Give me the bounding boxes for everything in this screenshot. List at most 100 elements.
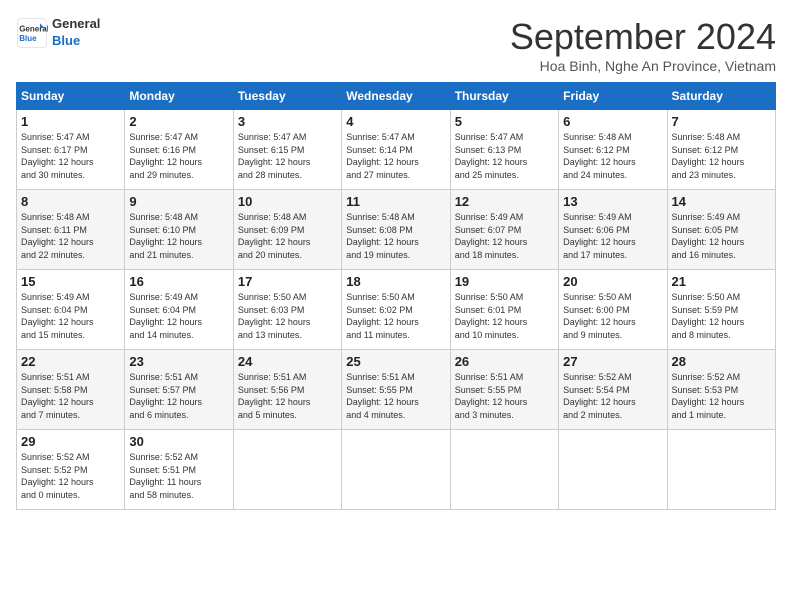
day-number: 5 xyxy=(455,114,554,129)
weekday-header-monday: Monday xyxy=(125,83,233,110)
day-info: Sunrise: 5:52 AM Sunset: 5:54 PM Dayligh… xyxy=(563,371,662,421)
day-number: 27 xyxy=(563,354,662,369)
calendar-week-4: 22 Sunrise: 5:51 AM Sunset: 5:58 PM Dayli… xyxy=(17,350,776,430)
day-info: Sunrise: 5:50 AM Sunset: 6:00 PM Dayligh… xyxy=(563,291,662,341)
calendar-cell: 14Sunrise: 5:49 AM Sunset: 6:05 PM Dayli… xyxy=(667,190,775,270)
calendar-cell: 25 Sunrise: 5:51 AM Sunset: 5:55 PM Dayli… xyxy=(342,350,450,430)
day-number: 2 xyxy=(129,114,228,129)
day-number: 12 xyxy=(455,194,554,209)
day-number: 6 xyxy=(563,114,662,129)
calendar-cell: 17 Sunrise: 5:50 AM Sunset: 6:03 PM Dayli… xyxy=(233,270,341,350)
calendar-cell xyxy=(450,430,558,510)
day-info: Sunrise: 5:50 AM Sunset: 5:59 PM Dayligh… xyxy=(672,291,771,341)
day-number: 9 xyxy=(129,194,228,209)
calendar-cell xyxy=(233,430,341,510)
day-number: 1 xyxy=(21,114,120,129)
svg-text:Blue: Blue xyxy=(19,34,37,43)
calendar-cell: 30Sunrise: 5:52 AM Sunset: 5:51 PM Dayli… xyxy=(125,430,233,510)
calendar-cell: 8 Sunrise: 5:48 AM Sunset: 6:11 PM Daylig… xyxy=(17,190,125,270)
day-info: Sunrise: 5:50 AM Sunset: 6:01 PM Dayligh… xyxy=(455,291,554,341)
day-number: 3 xyxy=(238,114,337,129)
day-number: 29 xyxy=(21,434,120,449)
day-number: 21 xyxy=(672,274,771,289)
day-number: 24 xyxy=(238,354,337,369)
calendar-cell xyxy=(667,430,775,510)
title-block: September 2024 Hoa Binh, Nghe An Provinc… xyxy=(510,16,776,74)
calendar-cell: 27 Sunrise: 5:52 AM Sunset: 5:54 PM Dayli… xyxy=(559,350,667,430)
day-number: 17 xyxy=(238,274,337,289)
day-number: 25 xyxy=(346,354,445,369)
day-info: Sunrise: 5:48 AM Sunset: 6:12 PM Dayligh… xyxy=(672,131,771,181)
calendar-cell: 3Sunrise: 5:47 AM Sunset: 6:15 PM Daylig… xyxy=(233,110,341,190)
day-number: 16 xyxy=(129,274,228,289)
weekday-header-row: SundayMondayTuesdayWednesdayThursdayFrid… xyxy=(17,83,776,110)
weekday-header-thursday: Thursday xyxy=(450,83,558,110)
svg-text:General: General xyxy=(19,24,48,33)
weekday-header-wednesday: Wednesday xyxy=(342,83,450,110)
day-info: Sunrise: 5:48 AM Sunset: 6:08 PM Dayligh… xyxy=(346,211,445,261)
calendar-cell: 12 Sunrise: 5:49 AM Sunset: 6:07 PM Dayli… xyxy=(450,190,558,270)
calendar-cell: 11 Sunrise: 5:48 AM Sunset: 6:08 PM Dayli… xyxy=(342,190,450,270)
day-number: 26 xyxy=(455,354,554,369)
day-info: Sunrise: 5:48 AM Sunset: 6:12 PM Dayligh… xyxy=(563,131,662,181)
calendar-table: SundayMondayTuesdayWednesdayThursdayFrid… xyxy=(16,82,776,510)
day-number: 23 xyxy=(129,354,228,369)
calendar-week-3: 15 Sunrise: 5:49 AM Sunset: 6:04 PM Dayli… xyxy=(17,270,776,350)
calendar-cell: 19 Sunrise: 5:50 AM Sunset: 6:01 PM Dayli… xyxy=(450,270,558,350)
day-info: Sunrise: 5:48 AM Sunset: 6:09 PM Dayligh… xyxy=(238,211,337,261)
calendar-cell: 6 Sunrise: 5:48 AM Sunset: 6:12 PM Daylig… xyxy=(559,110,667,190)
day-info: Sunrise: 5:47 AM Sunset: 6:16 PM Dayligh… xyxy=(129,131,228,181)
day-info: Sunrise: 5:48 AM Sunset: 6:11 PM Dayligh… xyxy=(21,211,120,261)
weekday-header-tuesday: Tuesday xyxy=(233,83,341,110)
calendar-cell: 9Sunrise: 5:48 AM Sunset: 6:10 PM Daylig… xyxy=(125,190,233,270)
day-number: 19 xyxy=(455,274,554,289)
day-info: Sunrise: 5:51 AM Sunset: 5:55 PM Dayligh… xyxy=(455,371,554,421)
day-number: 28 xyxy=(672,354,771,369)
day-info: Sunrise: 5:49 AM Sunset: 6:06 PM Dayligh… xyxy=(563,211,662,261)
calendar-cell: 29 Sunrise: 5:52 AM Sunset: 5:52 PM Dayli… xyxy=(17,430,125,510)
day-info: Sunrise: 5:49 AM Sunset: 6:04 PM Dayligh… xyxy=(129,291,228,341)
day-info: Sunrise: 5:51 AM Sunset: 5:55 PM Dayligh… xyxy=(346,371,445,421)
calendar-cell: 13Sunrise: 5:49 AM Sunset: 6:06 PM Dayli… xyxy=(559,190,667,270)
logo-text: General Blue xyxy=(52,16,100,50)
day-info: Sunrise: 5:47 AM Sunset: 6:13 PM Dayligh… xyxy=(455,131,554,181)
calendar-cell: 1 Sunrise: 5:47 AM Sunset: 6:17 PM Daylig… xyxy=(17,110,125,190)
day-info: Sunrise: 5:52 AM Sunset: 5:53 PM Dayligh… xyxy=(672,371,771,421)
location-subtitle: Hoa Binh, Nghe An Province, Vietnam xyxy=(510,58,776,74)
day-info: Sunrise: 5:47 AM Sunset: 6:14 PM Dayligh… xyxy=(346,131,445,181)
day-info: Sunrise: 5:47 AM Sunset: 6:17 PM Dayligh… xyxy=(21,131,120,181)
calendar-cell: 21 Sunrise: 5:50 AM Sunset: 5:59 PM Dayli… xyxy=(667,270,775,350)
calendar-cell: 18Sunrise: 5:50 AM Sunset: 6:02 PM Dayli… xyxy=(342,270,450,350)
day-number: 8 xyxy=(21,194,120,209)
day-number: 15 xyxy=(21,274,120,289)
calendar-cell: 5 Sunrise: 5:47 AM Sunset: 6:13 PM Daylig… xyxy=(450,110,558,190)
day-number: 22 xyxy=(21,354,120,369)
day-info: Sunrise: 5:49 AM Sunset: 6:07 PM Dayligh… xyxy=(455,211,554,261)
weekday-header-friday: Friday xyxy=(559,83,667,110)
day-number: 20 xyxy=(563,274,662,289)
day-info: Sunrise: 5:49 AM Sunset: 6:04 PM Dayligh… xyxy=(21,291,120,341)
day-number: 11 xyxy=(346,194,445,209)
calendar-cell: 22 Sunrise: 5:51 AM Sunset: 5:58 PM Dayli… xyxy=(17,350,125,430)
calendar-cell: 20 Sunrise: 5:50 AM Sunset: 6:00 PM Dayli… xyxy=(559,270,667,350)
day-info: Sunrise: 5:50 AM Sunset: 6:03 PM Dayligh… xyxy=(238,291,337,341)
day-info: Sunrise: 5:51 AM Sunset: 5:58 PM Dayligh… xyxy=(21,371,120,421)
day-info: Sunrise: 5:51 AM Sunset: 5:56 PM Dayligh… xyxy=(238,371,337,421)
calendar-cell: 26 Sunrise: 5:51 AM Sunset: 5:55 PM Dayli… xyxy=(450,350,558,430)
calendar-cell: 15 Sunrise: 5:49 AM Sunset: 6:04 PM Dayli… xyxy=(17,270,125,350)
day-info: Sunrise: 5:51 AM Sunset: 5:57 PM Dayligh… xyxy=(129,371,228,421)
calendar-cell: 28 Sunrise: 5:52 AM Sunset: 5:53 PM Dayli… xyxy=(667,350,775,430)
calendar-cell: 23 Sunrise: 5:51 AM Sunset: 5:57 PM Dayli… xyxy=(125,350,233,430)
calendar-week-5: 29 Sunrise: 5:52 AM Sunset: 5:52 PM Dayli… xyxy=(17,430,776,510)
calendar-cell: 10 Sunrise: 5:48 AM Sunset: 6:09 PM Dayli… xyxy=(233,190,341,270)
day-number: 10 xyxy=(238,194,337,209)
calendar-week-2: 8 Sunrise: 5:48 AM Sunset: 6:11 PM Daylig… xyxy=(17,190,776,270)
weekday-header-sunday: Sunday xyxy=(17,83,125,110)
day-number: 30 xyxy=(129,434,228,449)
day-number: 4 xyxy=(346,114,445,129)
day-number: 7 xyxy=(672,114,771,129)
calendar-cell: 2 Sunrise: 5:47 AM Sunset: 6:16 PM Daylig… xyxy=(125,110,233,190)
day-info: Sunrise: 5:52 AM Sunset: 5:52 PM Dayligh… xyxy=(21,451,120,501)
weekday-header-saturday: Saturday xyxy=(667,83,775,110)
page-header: General Blue General Blue September 2024… xyxy=(16,16,776,74)
